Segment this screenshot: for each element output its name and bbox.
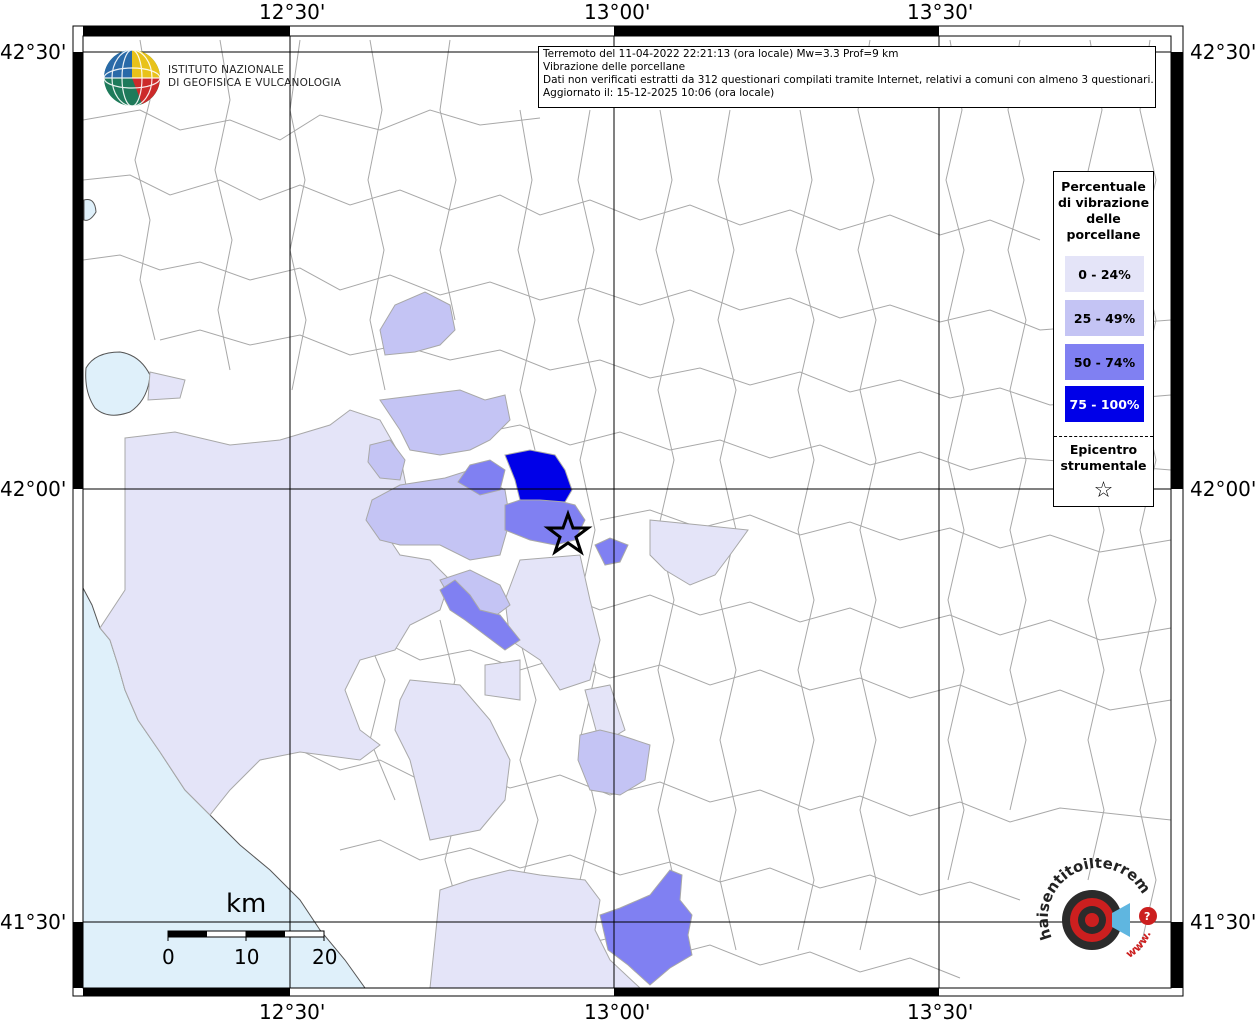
event-info-line4: Aggiornato il: 15-12-2025 10:06 (ora loc… bbox=[543, 87, 775, 99]
legend: Percentuale di vibrazione delle porcella… bbox=[1053, 171, 1154, 507]
legend-star-icon: ☆ bbox=[1093, 478, 1114, 503]
legend-title-line3: delle bbox=[1086, 211, 1121, 226]
scale-tick-20: 20 bbox=[312, 945, 338, 969]
event-info-line3: Dati non verificati estratti da 312 ques… bbox=[543, 74, 1154, 86]
lat-label-right-3: 41°30' bbox=[1190, 910, 1256, 934]
lat-label-right-1: 42°30' bbox=[1190, 40, 1256, 64]
legend-label-75-100: 75 - 100% bbox=[1069, 396, 1140, 412]
legend-title-line4: porcellane bbox=[1066, 227, 1141, 242]
legend-separator bbox=[1054, 436, 1153, 437]
lat-label-right-2: 42°00' bbox=[1190, 477, 1256, 501]
lat-label-left-2: 42°00' bbox=[0, 477, 67, 501]
legend-title-line1: Percentuale bbox=[1061, 179, 1146, 194]
event-info-box: Terremoto del 11-04-2022 22:21:13 (ora l… bbox=[538, 46, 1156, 108]
event-info-line1: Terremoto del 11-04-2022 22:21:13 (ora l… bbox=[543, 48, 899, 60]
legend-epicenter-label: Epicentro strumentale bbox=[1054, 442, 1153, 474]
lon-label-top-3: 13°30' bbox=[907, 0, 974, 24]
legend-label-50-74: 50 - 74% bbox=[1073, 354, 1136, 370]
scale-unit-label: km bbox=[226, 889, 267, 919]
lon-label-top-1: 12°30' bbox=[259, 0, 326, 24]
lon-label-bottom-3: 13°30' bbox=[907, 1000, 974, 1024]
lat-label-left-3: 41°30' bbox=[0, 910, 67, 934]
legend-swatch-0-24: 0 - 24% bbox=[1065, 256, 1144, 292]
legend-title: Percentuale di vibrazione delle porcella… bbox=[1054, 179, 1153, 243]
ingv-globe-logo bbox=[103, 49, 161, 107]
legend-label-0-24: 0 - 24% bbox=[1078, 266, 1131, 282]
legend-title-line2: di vibrazione bbox=[1057, 195, 1150, 210]
legend-label-25-49: 25 - 49% bbox=[1073, 310, 1136, 326]
legend-swatch-25-49: 25 - 49% bbox=[1065, 300, 1144, 336]
scale-tick-10: 10 bbox=[234, 945, 260, 969]
legend-swatch-50-74: 50 - 74% bbox=[1065, 344, 1144, 380]
legend-epicenter-line2: strumentale bbox=[1060, 458, 1147, 473]
lon-label-top-2: 13°00' bbox=[584, 0, 651, 24]
haisentito-logo: haisentitoilterremoto.it www. ? bbox=[1034, 858, 1157, 961]
legend-epicenter-line1: Epicentro bbox=[1069, 442, 1138, 457]
legend-swatch-75-100: 75 - 100% bbox=[1065, 386, 1144, 422]
scale-tick-0: 0 bbox=[162, 945, 175, 969]
ingv-name-line1: ISTITUTO NAZIONALE bbox=[168, 64, 285, 76]
lat-label-left-1: 42°30' bbox=[0, 40, 67, 64]
lon-label-bottom-1: 12°30' bbox=[259, 1000, 326, 1024]
svg-text:?: ? bbox=[1144, 910, 1150, 923]
ingv-name: ISTITUTO NAZIONALE DI GEOFISICA E VULCAN… bbox=[168, 64, 341, 90]
ingv-name-line2: DI GEOFISICA E VULCANOLOGIA bbox=[168, 77, 342, 89]
lon-label-bottom-2: 13°00' bbox=[584, 1000, 651, 1024]
event-info-line2: Vibrazione delle porcellane bbox=[543, 61, 686, 73]
